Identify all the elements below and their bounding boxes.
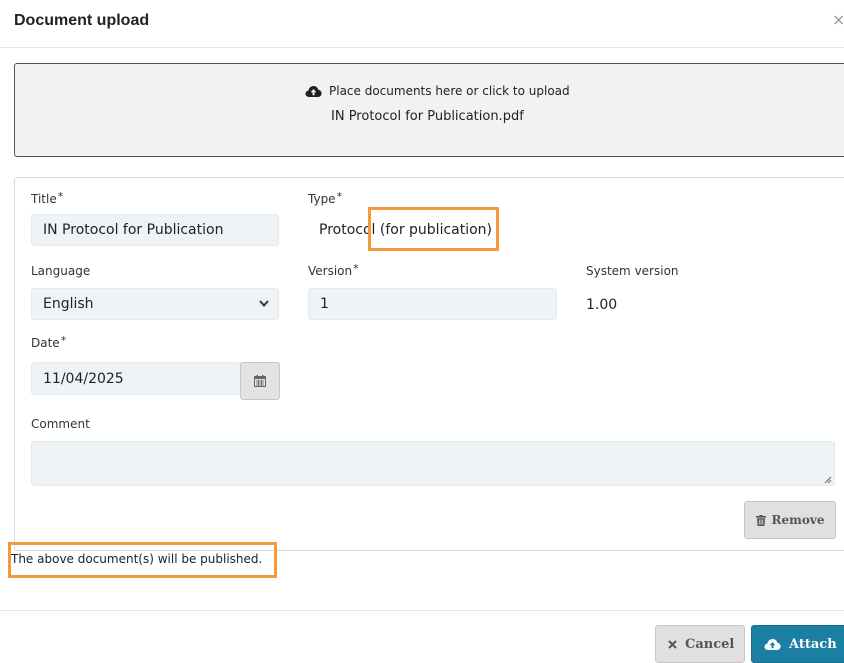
date-input[interactable] — [31, 362, 241, 395]
close-icon[interactable]: × — [832, 10, 844, 30]
calendar-icon — [254, 375, 266, 387]
comment-label: Comment — [31, 417, 90, 431]
resize-handle-icon[interactable] — [822, 474, 832, 484]
attach-button-label: Attach — [789, 636, 837, 652]
comment-textarea[interactable] — [31, 441, 835, 486]
version-label: Version* — [308, 262, 359, 278]
required-marker: * — [60, 334, 67, 347]
date-label: Date* — [31, 334, 67, 350]
language-label: Language — [31, 264, 91, 278]
required-marker: * — [353, 262, 359, 275]
header-separator — [0, 47, 844, 48]
language-selected-value: English — [43, 296, 94, 312]
version-input[interactable] — [308, 288, 557, 320]
upload-dropzone[interactable]: Place documents here or click to upload … — [14, 63, 844, 157]
uploaded-file-name: IN Protocol for Publication.pdf — [331, 109, 524, 124]
title-label: Title* — [31, 190, 64, 206]
type-value: Protocol (for publication) — [319, 222, 493, 238]
cancel-button-label: Cancel — [685, 636, 735, 652]
dropzone-instruction-row: Place documents here or click to upload — [305, 84, 570, 98]
remove-button[interactable]: Remove — [744, 501, 836, 539]
type-label: Type* — [308, 190, 343, 206]
attach-button[interactable]: Attach — [751, 625, 844, 663]
close-x-icon — [668, 639, 677, 649]
cloud-upload-icon — [764, 638, 781, 650]
cancel-button[interactable]: Cancel — [655, 625, 745, 663]
dropzone-instruction: Place documents here or click to upload — [329, 84, 570, 98]
trash-icon — [755, 514, 766, 526]
required-marker: * — [336, 190, 343, 203]
calendar-button[interactable] — [240, 362, 280, 400]
chevron-down-icon — [259, 300, 269, 308]
title-input[interactable] — [31, 214, 279, 246]
cloud-upload-icon — [305, 85, 322, 97]
language-select[interactable]: English — [31, 288, 279, 320]
remove-button-label: Remove — [771, 513, 825, 527]
system-version-value: 1.00 — [586, 297, 618, 313]
footer-separator — [0, 610, 844, 611]
published-notice: The above document(s) will be published. — [11, 552, 263, 566]
required-marker: * — [57, 190, 64, 203]
system-version-label: System version — [586, 264, 679, 278]
dialog-title: Document upload — [14, 12, 150, 29]
